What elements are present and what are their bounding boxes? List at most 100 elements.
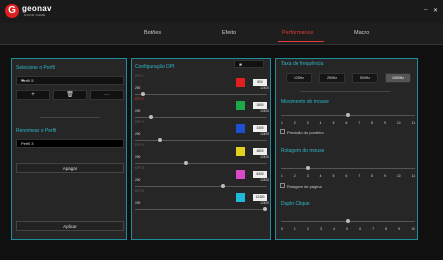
more-options-button[interactable]: ··· xyxy=(90,90,124,100)
tick-label: 2 xyxy=(293,174,296,178)
dpi-max: 12400 xyxy=(260,201,269,205)
dpi-color-swatch[interactable] xyxy=(236,170,245,179)
dpi-slider-track[interactable] xyxy=(135,186,267,187)
trash-icon[interactable]: 🗑 xyxy=(53,90,87,100)
tick-label: 8 xyxy=(371,174,374,178)
dpi-color-swatch[interactable] xyxy=(236,78,245,87)
dpi-color-swatch[interactable] xyxy=(236,147,245,156)
divider xyxy=(300,91,390,92)
dpi-max: 12400 xyxy=(260,86,269,90)
double-click-tick-labels: 0 1 2 3 4 5 6 7 8 9 10 xyxy=(281,227,415,231)
dpi-color-swatch[interactable] xyxy=(236,101,245,110)
rate-125-button[interactable]: 125Hz xyxy=(286,73,312,83)
apply-button[interactable]: Aplicar xyxy=(16,221,124,231)
dpi-slider-thumb[interactable] xyxy=(263,207,267,211)
dpi-row: DPI 1 200 12400 800 xyxy=(131,74,271,96)
tick-label: 1 xyxy=(281,174,283,178)
select-profile-title: Selecione o Perfil xyxy=(16,65,55,71)
double-click-slider-thumb[interactable] xyxy=(346,219,350,223)
dpi-slider-track[interactable] xyxy=(135,163,267,164)
dpi-min: 200 xyxy=(135,132,141,136)
tick-label: 4 xyxy=(319,121,322,125)
rename-input-value: Perfil 3 xyxy=(21,141,34,146)
tab-bar: Botões Efeito Performance Macro xyxy=(0,23,443,45)
erase-button[interactable]: Apagar xyxy=(16,163,124,173)
dpi-value[interactable]: 2400 xyxy=(253,125,267,132)
dpi-slider-thumb[interactable] xyxy=(141,92,146,96)
profile-panel xyxy=(11,58,127,240)
dpi-value[interactable]: 1600 xyxy=(253,102,267,109)
tick-label: 10 xyxy=(411,227,415,231)
dpi-max: 12400 xyxy=(260,155,269,159)
active-tab-indicator xyxy=(278,41,324,42)
dpi-slider-thumb[interactable] xyxy=(220,184,225,188)
profile-select[interactable]: Perfil 5 ▼ xyxy=(16,76,124,85)
chevron-down-icon: ▼ xyxy=(239,62,243,67)
dpi-max: 12400 xyxy=(260,178,269,182)
dpi-slider-track[interactable] xyxy=(135,209,267,210)
tick-label: 6 xyxy=(345,121,348,125)
dpi-row: DPI 3 200 12400 2400 xyxy=(131,120,271,142)
tick-label: 6 xyxy=(345,174,348,178)
rate-250-button[interactable]: 250Hz xyxy=(319,73,345,83)
tab-efeito[interactable]: Efeito xyxy=(222,30,236,36)
dpi-label: DPI 2 xyxy=(135,97,144,101)
tick-label: 9 xyxy=(384,174,386,178)
dpi-config-title: Configuração DPI xyxy=(135,64,175,70)
rate-1000-button[interactable]: 1000Hz xyxy=(385,73,411,83)
rate-500-button[interactable]: 500Hz xyxy=(352,73,378,83)
dpi-row: DPI 5 200 12400 8400 xyxy=(131,166,271,188)
brand-tagline: GOOD GAME xyxy=(24,13,46,17)
tab-macro[interactable]: Macro xyxy=(354,30,369,36)
dpi-slider-track[interactable] xyxy=(135,140,267,141)
dpi-slider-track[interactable] xyxy=(135,117,267,118)
movement-slider-thumb[interactable] xyxy=(346,113,350,117)
page-scroll-checkbox[interactable] xyxy=(280,183,285,188)
tick-label: 8 xyxy=(371,121,374,125)
dpi-max: 12400 xyxy=(260,109,269,113)
dpi-value[interactable]: 4800 xyxy=(253,148,267,155)
tick-label: 4 xyxy=(333,227,335,231)
dpi-slider-thumb[interactable] xyxy=(149,115,154,119)
dpi-slider-thumb[interactable] xyxy=(183,161,188,165)
precision-label: Precisão do ponteiro xyxy=(287,130,324,135)
tick-label: 9 xyxy=(384,121,386,125)
dpi-color-swatch[interactable] xyxy=(236,193,245,202)
rename-input[interactable]: Perfil 3 xyxy=(16,139,124,148)
chevron-down-icon: ▼ xyxy=(21,78,25,83)
logo-icon: G xyxy=(5,4,19,18)
precision-checkbox[interactable] xyxy=(280,129,285,134)
tick-label: 2 xyxy=(307,227,309,231)
dpi-slider-thumb[interactable] xyxy=(158,138,163,142)
dpi-color-swatch[interactable] xyxy=(236,124,245,133)
tick-label: 11 xyxy=(411,121,415,125)
dpi-value[interactable]: 12400 xyxy=(253,194,267,201)
double-click-title: Duplo Clique xyxy=(281,201,310,207)
tick-label: 3 xyxy=(306,174,309,178)
scroll-slider-track[interactable] xyxy=(281,168,415,169)
tick-label: 10 xyxy=(397,121,401,125)
tick-label: 8 xyxy=(385,227,388,231)
tick-label: 1 xyxy=(294,227,296,231)
dpi-value[interactable]: 8400 xyxy=(253,171,267,178)
minimize-icon[interactable]: – xyxy=(424,7,427,13)
page-scroll-label: Rolagem de página xyxy=(287,184,322,189)
dpi-min: 200 xyxy=(135,178,141,182)
scroll-slider-thumb[interactable] xyxy=(305,166,310,170)
tab-performance[interactable]: Performance xyxy=(282,30,314,36)
tick-label: 5 xyxy=(332,174,335,178)
tab-botoes[interactable]: Botões xyxy=(144,30,161,36)
tick-label: 3 xyxy=(306,121,309,125)
rename-profile-title: Renomear o Perfil xyxy=(16,128,57,134)
add-profile-button[interactable]: + xyxy=(16,90,50,100)
dpi-max: 12400 xyxy=(260,132,269,136)
tick-label: 1 xyxy=(281,121,283,125)
dpi-min: 200 xyxy=(135,155,141,159)
dpi-min: 200 xyxy=(135,86,141,90)
dpi-value[interactable]: 800 xyxy=(253,79,267,86)
close-icon[interactable]: ✕ xyxy=(433,7,438,14)
tick-label: 4 xyxy=(319,174,322,178)
dpi-slider-track[interactable] xyxy=(135,94,267,95)
dpi-label: DPI 4 xyxy=(135,143,144,147)
dpi-count-select[interactable]: 6 ▼ xyxy=(234,60,264,68)
